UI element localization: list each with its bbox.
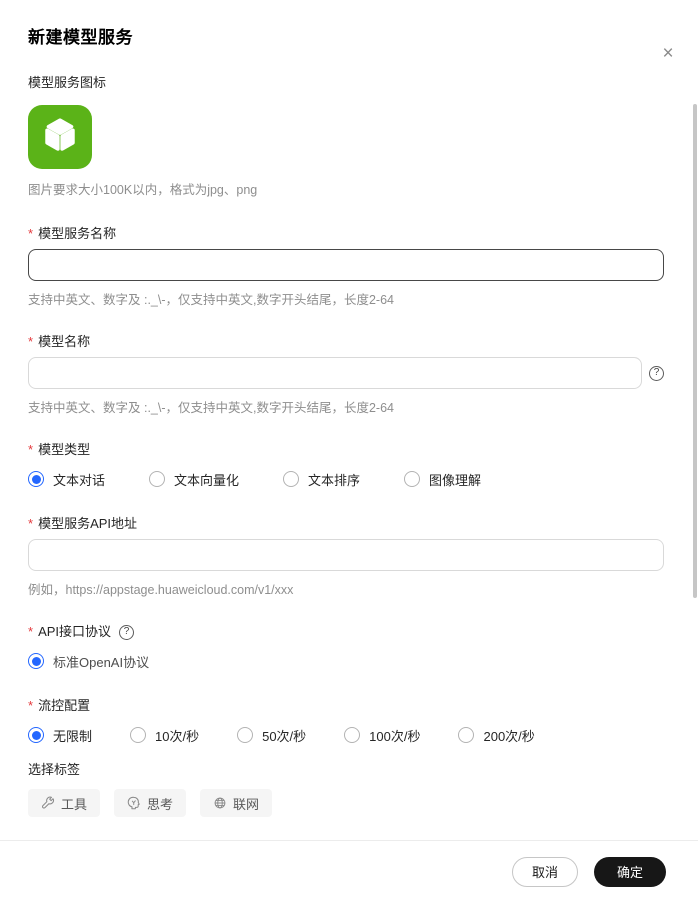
service-name-label: 模型服务名称 [38, 226, 117, 241]
tag-chip-think[interactable]: 思考 [114, 789, 187, 817]
required-asterisk: * [28, 226, 34, 241]
radio-option-text-embedding[interactable]: 文本向量化 [149, 470, 239, 489]
radio-option-label: 100次/秒 [369, 728, 421, 744]
radio-option-label: 文本排序 [308, 472, 361, 488]
radio-option-image-understanding[interactable]: 图像理解 [404, 470, 481, 489]
confirm-button[interactable]: 确定 [594, 856, 666, 887]
required-asterisk: * [28, 334, 34, 349]
api-address-hint: 例如，https://appstage.huaweicloud.com/v1/x… [28, 583, 294, 597]
flow-control-radio-group: 无限制 10次/秒 50次/秒 100次/秒 200次/秒 [28, 725, 664, 745]
radio-option-200qps[interactable]: 200次/秒 [458, 726, 535, 745]
radio-unselected-icon [404, 471, 421, 487]
tag-chip-row: 工具 思考 联网 [28, 789, 664, 817]
api-address-label: 模型服务API地址 [38, 516, 138, 531]
tag-chip-internet[interactable]: 联网 [200, 789, 273, 817]
required-asterisk: * [28, 698, 34, 713]
tag-chip-label: 联网 [233, 796, 260, 812]
radio-option-10qps[interactable]: 10次/秒 [130, 726, 199, 745]
radio-unselected-icon [149, 471, 166, 487]
tag-chip-label: 思考 [147, 796, 174, 812]
cube-icon [37, 113, 83, 162]
radio-option-text-chat[interactable]: 文本对话 [28, 470, 105, 489]
service-icon-picker[interactable] [28, 105, 92, 169]
tag-chip-tool[interactable]: 工具 [28, 789, 101, 817]
required-asterisk: * [28, 442, 34, 457]
select-tags-label: 选择标签 [28, 762, 81, 777]
radio-unselected-icon [458, 727, 475, 743]
icon-requirements-hint: 图片要求大小100K以内，格式为jpg、png [28, 183, 258, 197]
radio-option-openai-protocol[interactable]: 标准OpenAI协议 [28, 652, 149, 671]
radio-option-50qps[interactable]: 50次/秒 [237, 726, 306, 745]
cancel-button[interactable]: 取消 [512, 856, 578, 887]
thinking-icon [127, 796, 141, 810]
scrollbar-thumb[interactable] [693, 104, 697, 598]
close-icon[interactable]: × [656, 42, 680, 66]
tag-chip-label: 工具 [61, 796, 88, 812]
radio-option-label: 200次/秒 [483, 728, 535, 744]
model-type-radio-group: 文本对话 文本向量化 文本排序 图像理解 [28, 469, 664, 489]
radio-option-label: 无限制 [53, 728, 93, 744]
radio-option-100qps[interactable]: 100次/秒 [344, 726, 420, 745]
radio-option-label: 文本对话 [53, 472, 106, 488]
api-protocol-radio-group: 标准OpenAI协议 [28, 651, 664, 671]
model-name-input[interactable] [28, 357, 642, 389]
wrench-icon [41, 796, 55, 810]
radio-option-text-rerank[interactable]: 文本排序 [283, 470, 360, 489]
radio-unselected-icon [344, 727, 361, 743]
flow-control-label: 流控配置 [38, 698, 91, 713]
globe-icon [213, 796, 227, 810]
api-address-input[interactable] [28, 539, 664, 571]
model-name-label: 模型名称 [38, 334, 91, 349]
service-icon-label: 模型服务图标 [28, 75, 107, 90]
radio-option-label: 10次/秒 [155, 728, 200, 744]
model-type-label: 模型类型 [38, 442, 91, 457]
radio-unselected-icon [130, 727, 147, 743]
required-asterisk: * [28, 624, 34, 639]
radio-unselected-icon [237, 727, 254, 743]
service-name-input[interactable] [28, 249, 664, 281]
help-icon[interactable]: ? [649, 365, 664, 381]
required-asterisk: * [28, 516, 34, 531]
radio-option-label: 50次/秒 [262, 728, 307, 744]
radio-option-label: 标准OpenAI协议 [53, 654, 150, 670]
help-icon[interactable]: ? [119, 624, 135, 640]
radio-unselected-icon [283, 471, 300, 487]
radio-option-label: 图像理解 [429, 472, 482, 488]
model-name-hint: 支持中英文、数字及 :._\-，仅支持中英文,数字开头结尾，长度2-64 [28, 401, 394, 415]
radio-selected-icon [28, 727, 44, 743]
api-protocol-label: API接口协议 [38, 624, 112, 639]
radio-selected-icon [28, 653, 44, 669]
dialog-footer: 取消 确定 [0, 840, 698, 902]
radio-selected-icon [28, 471, 44, 487]
dialog-title: 新建模型服务 [28, 28, 133, 47]
radio-option-label: 文本向量化 [174, 472, 240, 488]
service-name-hint: 支持中英文、数字及 :._\-，仅支持中英文,数字开头结尾，长度2-64 [28, 293, 394, 307]
dialog-body: 模型服务图标 图片要求大小100K以内，格式为jpg、png * 模型服务名称 … [0, 74, 698, 817]
radio-option-unlimited[interactable]: 无限制 [28, 726, 92, 745]
